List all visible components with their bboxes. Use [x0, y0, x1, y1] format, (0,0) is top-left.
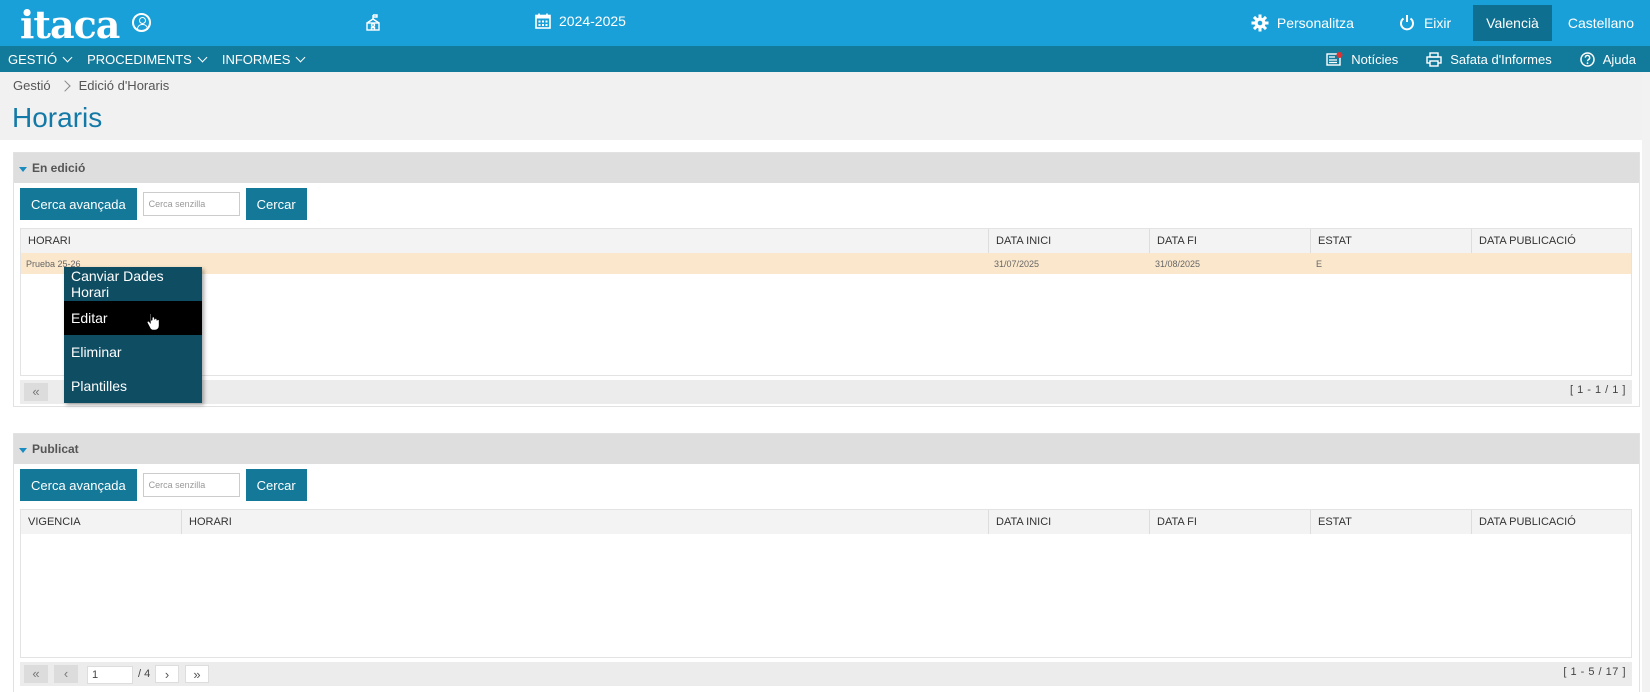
help-link[interactable]: Ajuda — [1580, 52, 1636, 67]
lang-castellano[interactable]: Castellano — [1560, 15, 1650, 31]
last-page-button[interactable]: » — [185, 665, 209, 683]
breadcrumb-gestio[interactable]: Gestió — [13, 78, 51, 93]
table-row[interactable]: Prueba 25-26 31/07/2025 31/08/2025 E — [21, 253, 1631, 274]
grid-header: VIGENCIA HORARI DATA INICI DATA FI ESTAT… — [21, 510, 1631, 534]
next-page-button[interactable]: › — [155, 665, 179, 683]
panel-editing-title: En edició — [32, 161, 86, 175]
news-link[interactable]: Notícies — [1326, 52, 1398, 67]
panel-editing-header[interactable]: En edició — [14, 153, 1639, 183]
page-number-input[interactable]: 1 — [87, 666, 133, 684]
advanced-search-button[interactable]: Cerca avançada — [20, 188, 137, 220]
col-estat[interactable]: ESTAT — [1311, 510, 1472, 534]
chevron-right-icon — [58, 79, 71, 92]
context-menu: Canviar Dades Horari Editar Eliminar Pla… — [64, 267, 202, 403]
collapse-triangle-icon — [19, 448, 27, 453]
menu-item-delete[interactable]: Eliminar — [64, 335, 202, 369]
gear-icon — [1251, 14, 1269, 32]
cell-data-inici: 31/07/2025 — [994, 258, 1040, 269]
published-pager: « ‹ 1 / 4 › » [ 1 - 5 / 17 ] — [20, 662, 1632, 686]
reports-tray-link[interactable]: Safata d'Informes — [1426, 51, 1552, 67]
top-bar: itaca 2024-2025 Personalitza Eixir Valen… — [0, 0, 1650, 47]
chevron-down-icon — [62, 52, 73, 62]
help-icon — [1580, 51, 1595, 67]
menu-item-change-data[interactable]: Canviar Dades Horari — [64, 267, 202, 301]
search-button[interactable]: Cercar — [245, 469, 307, 501]
exit-button[interactable]: Eixir — [1376, 0, 1473, 46]
col-data-inici[interactable]: DATA INICI — [989, 229, 1150, 253]
breadcrumb-current: Edició d'Horaris — [78, 78, 170, 93]
pager-info: [ 1 - 5 / 17 ] — [1563, 666, 1626, 678]
cell-data-fi: 31/08/2025 — [1155, 258, 1201, 269]
news-label: Notícies — [1351, 51, 1399, 67]
menu-gestio[interactable]: GESTIÓ — [8, 52, 75, 67]
menu-item-edit[interactable]: Editar — [64, 301, 202, 335]
col-data-inici[interactable]: DATA INICI — [989, 510, 1150, 534]
itaca-logo[interactable]: itaca — [20, 2, 120, 47]
year-label: 2024-2025 — [559, 13, 626, 29]
menu-item-templates[interactable]: Plantilles — [64, 369, 202, 403]
exit-label: Eixir — [1423, 15, 1452, 31]
col-data-publicacio[interactable]: DATA PUBLICACIÓ — [1472, 229, 1631, 253]
col-horari[interactable]: HORARI — [21, 229, 989, 253]
pager-info: [ 1 - 1 / 1 ] — [1569, 384, 1626, 396]
advanced-search-button[interactable]: Cerca avançada — [20, 469, 137, 501]
personalize-button[interactable]: Personalitza — [1229, 0, 1376, 46]
col-data-fi[interactable]: DATA FI — [1150, 510, 1311, 534]
grid-header: HORARI DATA INICI DATA FI ESTAT DATA PUB… — [21, 229, 1631, 253]
scrollbar[interactable] — [1642, 72, 1650, 692]
page-title: Horaris — [12, 102, 103, 133]
chevron-down-icon — [296, 52, 306, 62]
menu-informes[interactable]: INFORMES — [222, 52, 309, 67]
panel-editing: En edició Cerca avançada Cerca senzilla … — [13, 152, 1640, 407]
menu-bar: GESTIÓ PROCEDIMENTS INFORMES Notícies Sa… — [0, 46, 1650, 72]
published-grid: VIGENCIA HORARI DATA INICI DATA FI ESTAT… — [20, 509, 1632, 658]
reports-tray-label: Safata d'Informes — [1450, 51, 1552, 67]
lang-valencia[interactable]: Valencià — [1473, 5, 1552, 41]
simple-search-input[interactable]: Cerca senzilla — [142, 192, 240, 216]
first-page-button[interactable]: « — [24, 665, 48, 683]
personalize-label: Personalitza — [1276, 15, 1354, 31]
col-estat[interactable]: ESTAT — [1311, 229, 1472, 253]
col-data-publicacio[interactable]: DATA PUBLICACIÓ — [1472, 510, 1631, 534]
cell-estat: E — [1316, 258, 1323, 269]
editing-pager: « [ 1 - 1 / 1 ] — [20, 380, 1632, 404]
cell-data-publicacio — [1472, 253, 1631, 274]
menu-procediments-label: PROCEDIMENTS — [87, 51, 192, 67]
page-header: Gestió Edició d'Horaris Horaris — [0, 72, 1650, 140]
editing-grid: HORARI DATA INICI DATA FI ESTAT DATA PUB… — [20, 228, 1632, 376]
menu-informes-label: INFORMES — [221, 51, 291, 67]
calendar-icon — [535, 13, 551, 29]
school-icon[interactable] — [364, 14, 382, 37]
first-page-button[interactable]: « — [24, 383, 48, 401]
school-year[interactable]: 2024-2025 — [535, 13, 626, 29]
menu-gestio-label: GESTIÓ — [8, 51, 58, 67]
search-button[interactable]: Cercar — [245, 188, 307, 220]
printer-icon — [1426, 51, 1442, 67]
page-total: / 4 — [138, 668, 151, 680]
power-icon — [1399, 15, 1414, 31]
hand-cursor-icon — [146, 311, 160, 336]
breadcrumb: Gestió Edició d'Horaris — [13, 78, 169, 93]
panel-published-header[interactable]: Publicat — [14, 434, 1639, 464]
panel-published-title: Publicat — [32, 442, 79, 456]
col-vigencia[interactable]: VIGENCIA — [21, 510, 182, 534]
chevron-down-icon — [197, 52, 208, 62]
user-icon[interactable] — [132, 13, 151, 32]
menu-procediments[interactable]: PROCEDIMENTS — [87, 52, 210, 67]
prev-page-button[interactable]: ‹ — [54, 665, 78, 683]
help-label: Ajuda — [1602, 51, 1636, 67]
collapse-triangle-icon — [19, 167, 27, 172]
simple-search-input[interactable]: Cerca senzilla — [142, 473, 240, 497]
panel-published: Publicat Cerca avançada Cerca senzilla C… — [13, 433, 1640, 692]
news-icon — [1326, 52, 1343, 66]
col-horari[interactable]: HORARI — [182, 510, 989, 534]
col-data-fi[interactable]: DATA FI — [1150, 229, 1311, 253]
